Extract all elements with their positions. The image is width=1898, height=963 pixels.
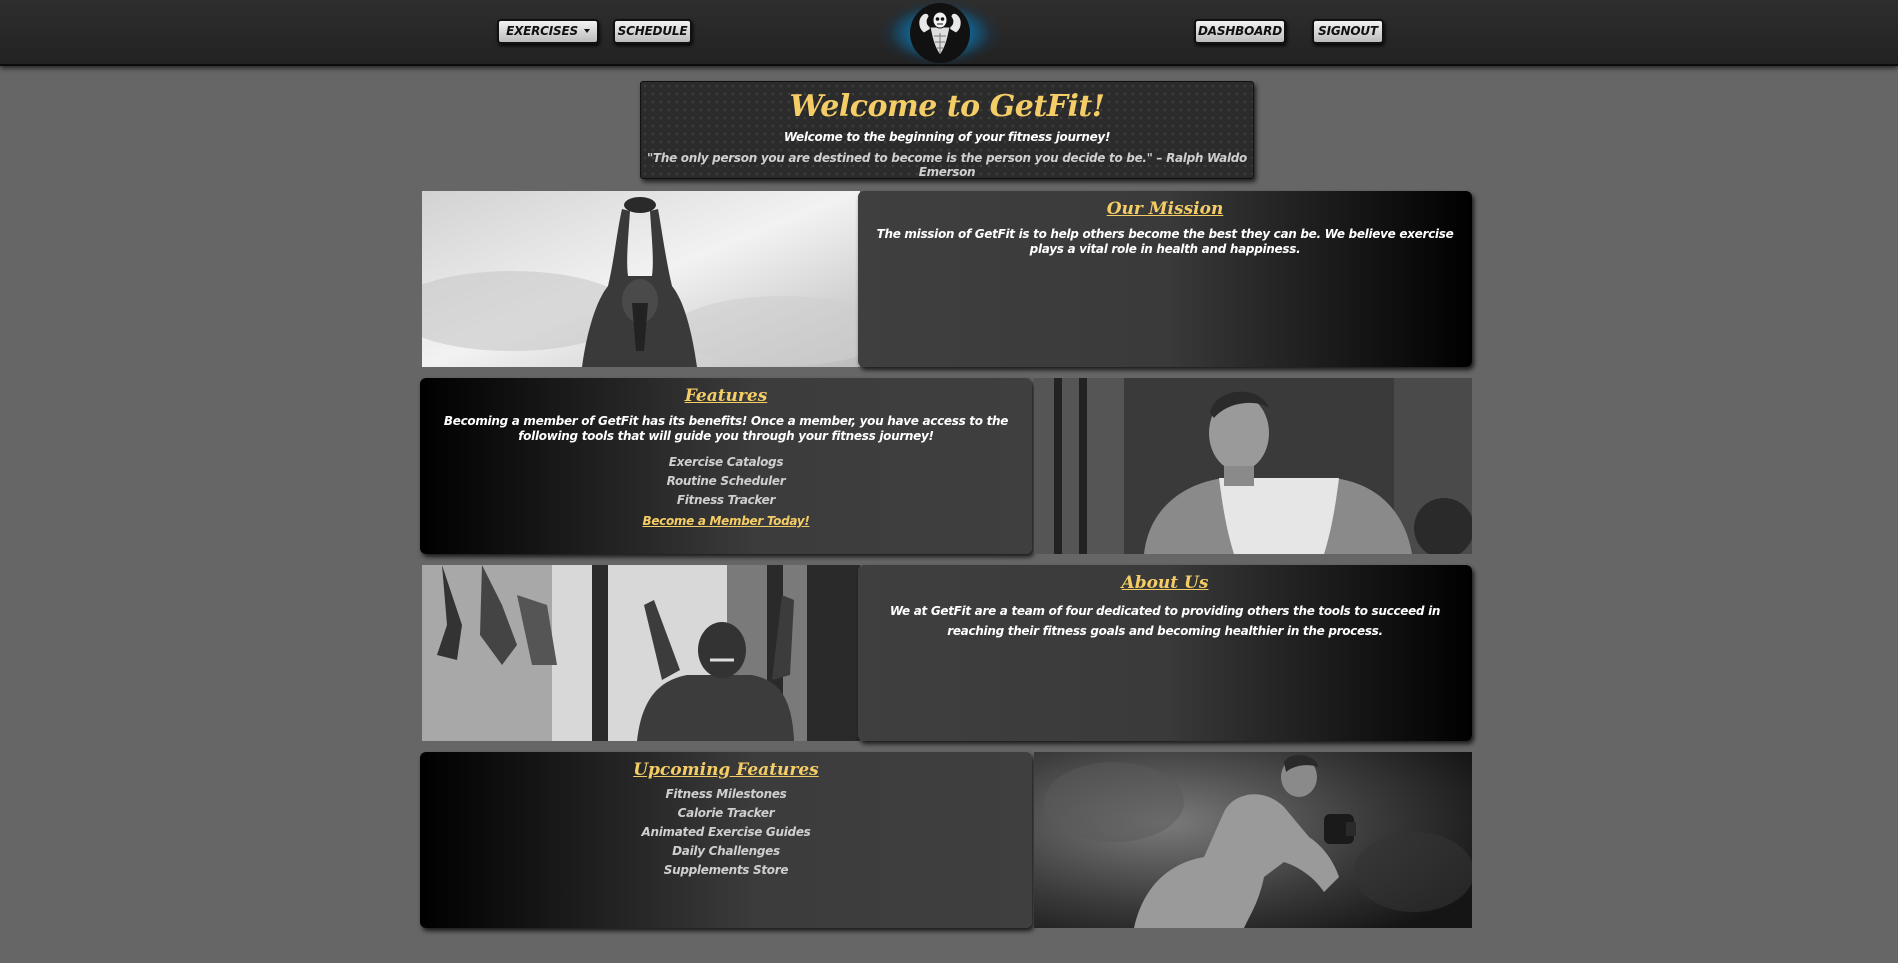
features-heading: Features: [684, 386, 768, 406]
upcoming-list-item: Animated Exercise Guides: [641, 825, 811, 839]
features-panel: Features Becoming a member of GetFit has…: [420, 378, 1032, 554]
features-section: Features Becoming a member of GetFit has…: [420, 378, 1474, 554]
upcoming-list: Fitness Milestones Calorie Tracker Anima…: [420, 785, 1032, 880]
upcoming-list-item: Fitness Milestones: [665, 787, 787, 801]
mission-photo: [422, 191, 860, 367]
become-member-link[interactable]: Become a Member Today!: [642, 514, 809, 528]
about-heading: About Us: [1121, 573, 1209, 593]
upcoming-list-item: Supplements Store: [663, 863, 789, 877]
exercises-label: EXERCISES: [506, 24, 578, 38]
top-navbar: EXERCISES SCHEDULE DASHBOARD SIGNOUT: [0, 0, 1898, 66]
mission-heading: Our Mission: [1106, 199, 1224, 219]
features-list: Exercise Catalogs Routine Scheduler Fitn…: [420, 453, 1032, 510]
upcoming-heading: Upcoming Features: [633, 760, 819, 780]
mission-panel: Our Mission The mission of GetFit is to …: [858, 191, 1472, 367]
dashboard-button[interactable]: DASHBOARD: [1194, 19, 1286, 44]
logo-link[interactable]: [880, 0, 1000, 66]
mission-text: The mission of GetFit is to help others …: [876, 227, 1454, 256]
features-photo: [1034, 378, 1472, 554]
caret-down-icon: [583, 29, 590, 33]
features-list-item: Exercise Catalogs: [668, 455, 784, 469]
about-text: We at GetFit are a team of four dedicate…: [889, 604, 1441, 638]
features-text: Becoming a member of GetFit has its bene…: [443, 414, 1009, 443]
exercises-dropdown-button[interactable]: EXERCISES: [497, 19, 599, 44]
about-panel: About Us We at GetFit are a team of four…: [858, 565, 1472, 741]
upcoming-list-item: Daily Challenges: [672, 844, 780, 858]
upcoming-photo: [1034, 752, 1472, 928]
bodybuilder-skull-logo-icon: [918, 11, 962, 56]
welcome-banner: Welcome to GetFit! Welcome to the beginn…: [640, 81, 1254, 179]
features-list-item: Routine Scheduler: [666, 474, 786, 488]
welcome-title: Welcome to GetFit!: [789, 89, 1105, 124]
welcome-quote: "The only person you are destined to bec…: [646, 151, 1248, 179]
features-list-item: Fitness Tracker: [676, 493, 776, 507]
about-photo: [422, 565, 860, 741]
welcome-subtitle: Welcome to the beginning of your fitness…: [783, 130, 1111, 144]
mission-section: Our Mission The mission of GetFit is to …: [420, 191, 1474, 367]
schedule-button[interactable]: SCHEDULE: [613, 19, 692, 44]
upcoming-list-item: Calorie Tracker: [677, 806, 775, 820]
upcoming-panel: Upcoming Features Fitness Milestones Cal…: [420, 752, 1032, 928]
about-section: About Us We at GetFit are a team of four…: [420, 565, 1474, 741]
upcoming-section: Upcoming Features Fitness Milestones Cal…: [420, 752, 1474, 928]
signout-button[interactable]: SIGNOUT: [1312, 19, 1384, 44]
